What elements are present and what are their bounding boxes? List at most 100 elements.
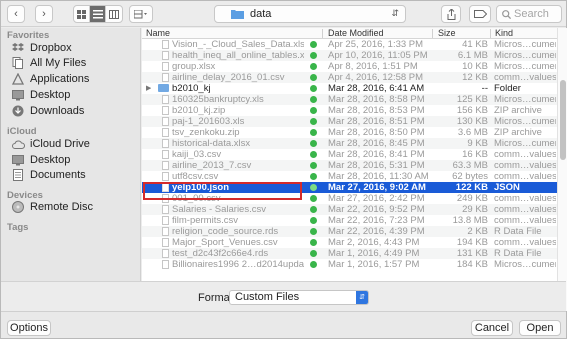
column-header-row: Name Date Modified Size Kind	[142, 28, 557, 39]
file-size: 29 KB	[462, 204, 488, 215]
sidebar-item-downloads[interactable]: Downloads	[11, 104, 139, 118]
file-row[interactable]: Major_Sport_Venues.csv Mar 2, 2016, 4:43…	[142, 237, 557, 248]
name-column-header[interactable]: Name	[146, 28, 170, 38]
file-size: 41 KB	[462, 39, 488, 50]
file-row[interactable]: 160325bankruptcy.xls Mar 28, 2016, 8:58 …	[142, 94, 557, 105]
cancel-button[interactable]: Cancel	[471, 320, 513, 336]
chevron-left-icon: ‹	[14, 8, 18, 20]
file-row[interactable]: historical-data.xlsx Mar 28, 2016, 8:45 …	[142, 138, 557, 149]
group-view-button[interactable]	[129, 5, 153, 23]
folder-icon	[158, 84, 169, 92]
column-divider[interactable]	[322, 29, 323, 38]
sidebar-item-icloud-drive[interactable]: iCloud Drive	[11, 137, 139, 151]
file-row[interactable]: health_ineq_all_online_tables.xlsx Apr 1…	[142, 50, 557, 61]
favorites-header: Favorites	[7, 30, 50, 41]
file-row[interactable]: kaiji_03.csv Mar 28, 2016, 8:41 PM 16 KB…	[142, 149, 557, 160]
file-row[interactable]: utf8csv.csv Mar 28, 2016, 11:30 AM 62 by…	[142, 171, 557, 182]
file-kind: comm…values	[494, 171, 556, 182]
synced-check-icon	[310, 85, 317, 92]
sidebar-item-desktop[interactable]: Desktop	[11, 88, 139, 102]
file-size: 9 KB	[467, 138, 488, 149]
file-size: 130 KB	[456, 116, 488, 127]
icon-view-button[interactable]	[74, 6, 90, 22]
file-row[interactable]: religion_code_source.rds Mar 22, 2016, 4…	[142, 226, 557, 237]
document-icon	[162, 238, 169, 247]
file-row[interactable]: Billionaires1996 2…d2014updated.xsx Mar …	[142, 259, 557, 270]
column-divider[interactable]	[490, 29, 491, 38]
size-column-header[interactable]: Size	[438, 28, 456, 38]
format-select[interactable]: Custom Files ⇵	[229, 290, 369, 305]
vertical-scrollbar[interactable]	[557, 28, 567, 311]
document-icon	[162, 73, 169, 82]
columns-icon	[109, 9, 119, 19]
format-bar: Format: Custom Files ⇵	[1, 281, 566, 311]
scrollbar-thumb[interactable]	[560, 80, 566, 160]
file-row[interactable]: test_d2c43f2c66e4.rds Mar 1, 2016, 4:49 …	[142, 248, 557, 259]
open-button[interactable]: Open	[519, 320, 561, 336]
options-button[interactable]: Options	[7, 320, 51, 336]
list-view-button[interactable]	[90, 6, 106, 22]
sidebar-item-label: Remote Disc	[30, 201, 93, 213]
search-field[interactable]	[496, 5, 562, 23]
file-kind: Micros…cument	[494, 116, 556, 127]
synced-check-icon	[310, 162, 317, 169]
file-size: 10 KB	[462, 61, 488, 72]
folder-popup[interactable]: data ⇵	[214, 5, 406, 23]
forward-button[interactable]: ›	[35, 5, 53, 23]
synced-check-icon	[310, 206, 317, 213]
file-kind: comm…values	[494, 72, 556, 83]
file-row[interactable]: airline_2013_7.csv Mar 28, 2016, 5:31 PM…	[142, 160, 557, 171]
file-name: kaiji_03.csv	[172, 149, 222, 160]
file-name: film-permits.csv	[172, 215, 238, 226]
file-size: 12 KB	[462, 72, 488, 83]
file-row[interactable]: Vision_-_Cloud_Sales_Data.xlsx Apr 25, 2…	[142, 39, 557, 50]
file-name: airline_delay_2016_01.csv	[172, 72, 285, 83]
file-name: Salaries - Salaries.csv	[172, 204, 266, 215]
file-kind: comm…values	[494, 237, 556, 248]
sidebar-item-icloud-desktop[interactable]: Desktop	[11, 153, 139, 167]
sidebar-item-remote-disc[interactable]: Remote Disc	[11, 200, 139, 214]
file-row[interactable]: b2010_kj.zip Mar 28, 2016, 8:53 PM 156 K…	[142, 105, 557, 116]
tags-button[interactable]	[469, 5, 491, 23]
synced-check-icon	[310, 195, 317, 202]
document-icon	[162, 227, 169, 236]
share-button[interactable]	[441, 5, 461, 23]
document-icon	[162, 249, 169, 258]
folder-icon	[231, 10, 244, 19]
file-row[interactable]: group.xlsx Apr 8, 2016, 1:51 PM 10 KB Mi…	[142, 61, 557, 72]
file-kind: ZIP archive	[494, 105, 542, 116]
synced-check-icon	[310, 140, 317, 147]
folder-row[interactable]: ▶ b2010_kj Mar 28, 2016, 6:41 AM -- Fold…	[142, 83, 557, 94]
updown-arrows-icon: ⇵	[391, 8, 399, 18]
file-row[interactable]: film-permits.csv Mar 22, 2016, 7:23 PM 1…	[142, 215, 557, 226]
file-row[interactable]: Salaries - Salaries.csv Mar 22, 2016, 9:…	[142, 204, 557, 215]
date-column-header[interactable]: Date Modified	[328, 28, 384, 38]
column-divider[interactable]	[432, 29, 433, 38]
view-mode-control[interactable]	[73, 5, 123, 23]
open-file-dialog: ‹ › data ⇵ Search Favorites Dropbox All …	[0, 0, 567, 339]
back-button[interactable]: ‹	[7, 5, 25, 23]
synced-check-icon	[310, 261, 317, 268]
disclosure-triangle-icon[interactable]: ▶	[146, 83, 151, 94]
sidebar-item-dropbox[interactable]: Dropbox	[11, 41, 139, 55]
file-size: 184 KB	[456, 259, 488, 270]
file-row[interactable]: airline_delay_2016_01.csv Apr 4, 2016, 1…	[142, 72, 557, 83]
synced-check-icon	[310, 239, 317, 246]
synced-check-icon	[310, 74, 317, 81]
sidebar-item-label: Desktop	[30, 89, 71, 101]
sidebar: Favorites Dropbox All My Files Applicati…	[1, 28, 141, 311]
sidebar-item-label: Applications	[30, 73, 90, 85]
document-icon	[162, 128, 169, 137]
applications-icon	[11, 73, 25, 85]
document-icon	[162, 106, 169, 115]
file-kind: comm…values	[494, 149, 556, 160]
file-row[interactable]: paj-1_201603.xls Mar 28, 2016, 8:51 PM 1…	[142, 116, 557, 127]
file-size: --	[481, 83, 488, 94]
search-input[interactable]	[514, 8, 560, 20]
file-row[interactable]: tsv_zenkoku.zip Mar 28, 2016, 8:50 PM 3.…	[142, 127, 557, 138]
kind-column-header[interactable]: Kind	[495, 28, 513, 38]
sidebar-item-all-my-files[interactable]: All My Files	[11, 56, 139, 70]
sidebar-item-applications[interactable]: Applications	[11, 72, 139, 86]
sidebar-item-documents[interactable]: Documents	[11, 168, 139, 182]
column-view-button[interactable]	[106, 6, 122, 22]
